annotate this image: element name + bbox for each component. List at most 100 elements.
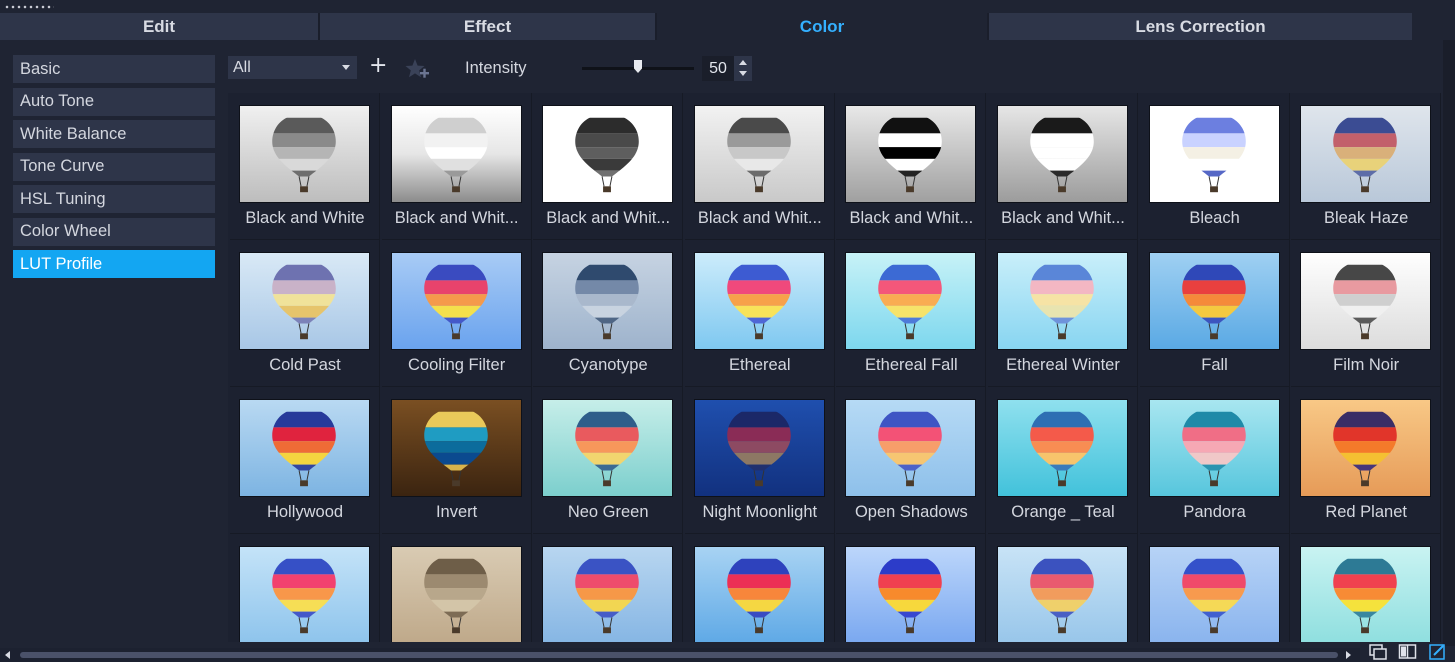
lut-preset-item[interactable]: Night Moonlight [684,387,835,534]
lut-preset-item[interactable]: Invert [381,387,532,534]
preset-thumbnail[interactable] [1300,546,1432,642]
preset-thumbnail[interactable] [1148,105,1280,203]
preset-thumbnail[interactable] [693,105,825,203]
preset-thumbnail[interactable] [390,252,522,350]
lut-preset-item[interactable]: Orange _ Teal [987,387,1138,534]
view-switcher [1368,643,1453,661]
preset-thumbnail[interactable] [239,546,370,642]
preset-thumbnail[interactable] [845,546,977,642]
preset-thumbnail[interactable] [996,399,1128,497]
list-view-icon[interactable] [1368,643,1388,661]
scrollbar-thumb[interactable] [20,652,1338,658]
preset-thumbnail[interactable] [845,252,977,350]
vertical-scrollbar[interactable] [1443,40,1455,646]
lut-preset-item[interactable]: Ethereal Fall [836,240,987,387]
lut-preset-item[interactable]: Bleak Haze [1291,93,1441,240]
lut-preset-item[interactable]: Neo Green [533,387,684,534]
scroll-left-icon[interactable] [5,651,10,659]
lut-preset-item[interactable]: Black and Whit... [987,93,1138,240]
sidebar-item-color-wheel[interactable]: Color Wheel [13,217,215,246]
preset-thumbnail[interactable] [1148,399,1280,497]
lut-preset-item[interactable]: Black and Whit... [836,93,987,240]
lut-preset-item[interactable] [382,534,532,642]
preset-thumbnail[interactable] [1300,252,1432,350]
preset-thumbnail[interactable] [1148,252,1280,350]
lut-preset-item[interactable] [685,534,835,642]
drag-handle[interactable] [4,4,54,10]
chevron-up-icon[interactable] [739,60,747,65]
preset-thumbnail[interactable] [1300,105,1432,203]
sidebar-item-tone-curve[interactable]: Tone Curve [13,152,215,181]
lut-preset-item[interactable]: Cooling Filter [381,240,532,387]
lut-preset-item[interactable] [1140,534,1290,642]
preset-thumbnail[interactable] [390,105,522,203]
lut-preset-item[interactable]: Ethereal [684,240,835,387]
sidebar-item-hsl-tuning[interactable]: HSL Tuning [13,185,215,213]
lut-preset-item[interactable]: Open Shadows [836,387,987,534]
scroll-right-icon[interactable] [1346,651,1351,659]
lut-preset-item[interactable] [836,534,987,642]
preset-thumbnail[interactable] [1148,546,1280,642]
tab-color[interactable]: Color [657,13,989,40]
preset-thumbnail[interactable] [693,252,825,350]
preset-thumbnail[interactable] [996,252,1128,350]
intensity-slider-thumb[interactable] [634,60,642,73]
horizontal-scrollbar[interactable] [0,648,1360,662]
sidebar-item-lut-profile[interactable]: LUT Profile [13,250,215,278]
lut-preset-item[interactable] [230,534,380,642]
preset-thumbnail[interactable] [542,105,674,203]
preset-thumbnail[interactable] [542,399,674,497]
hot-air-balloon-image [694,253,824,349]
preset-thumbnail[interactable] [845,105,977,203]
lut-preset-item[interactable] [988,534,1138,642]
sidebar-item-auto-tone[interactable]: Auto Tone [13,87,215,116]
hot-air-balloon-image [543,400,673,496]
hot-air-balloon-image [543,106,673,202]
preset-thumbnail[interactable] [996,105,1128,203]
edit-icon[interactable] [1428,643,1448,661]
preset-thumbnail[interactable] [996,546,1128,642]
intensity-stepper[interactable] [734,56,752,81]
preset-label: Black and Whit... [849,209,974,227]
sidebar-item-basic[interactable]: Basic [13,55,215,83]
grid-view-icon[interactable] [1398,643,1418,661]
preset-thumbnail[interactable] [239,105,370,203]
plus-icon[interactable]: + [369,53,387,78]
lut-preset-item[interactable]: Red Planet [1291,387,1441,534]
lut-preset-item[interactable]: Black and White [230,93,380,240]
lut-preset-item[interactable] [1291,534,1441,642]
preset-thumbnail[interactable] [1300,399,1432,497]
preset-thumbnail[interactable] [845,399,977,497]
lut-preset-item[interactable]: Pandora [1139,387,1290,534]
lut-preset-item[interactable]: Bleach [1139,93,1290,240]
preset-thumbnail[interactable] [542,252,674,350]
lut-preset-item[interactable]: Black and Whit... [533,93,684,240]
hot-air-balloon-image [1301,106,1431,202]
sidebar: Basic Auto Tone White Balance Tone Curve… [13,55,215,283]
preset-thumbnail[interactable] [390,399,522,497]
lut-preset-item[interactable]: Ethereal Winter [987,240,1138,387]
preset-thumbnail[interactable] [239,252,370,350]
star-plus-icon[interactable] [404,57,430,81]
tab-lens-correction[interactable]: Lens Correction [989,13,1412,40]
lut-preset-item[interactable]: Black and Whit... [381,93,532,240]
preset-thumbnail[interactable] [693,399,825,497]
lut-preset-item[interactable] [533,534,684,642]
preset-label: Bleach [1189,209,1240,227]
chevron-down-icon[interactable] [739,71,747,76]
lut-preset-item[interactable]: Cold Past [230,240,380,387]
category-dropdown[interactable]: All [228,56,357,79]
preset-thumbnail[interactable] [693,546,825,642]
sidebar-item-white-balance[interactable]: White Balance [13,120,215,148]
lut-preset-item[interactable]: Film Noir [1291,240,1441,387]
preset-thumbnail[interactable] [239,399,370,497]
lut-preset-item[interactable]: Hollywood [230,387,380,534]
lut-preset-item[interactable]: Cyanotype [533,240,684,387]
intensity-value[interactable]: 50 [702,56,734,81]
tab-edit[interactable]: Edit [0,13,320,40]
preset-thumbnail[interactable] [390,546,522,642]
lut-preset-item[interactable]: Black and Whit... [684,93,835,240]
tab-effect[interactable]: Effect [320,13,657,40]
preset-thumbnail[interactable] [542,546,674,642]
lut-preset-item[interactable]: Fall [1139,240,1290,387]
